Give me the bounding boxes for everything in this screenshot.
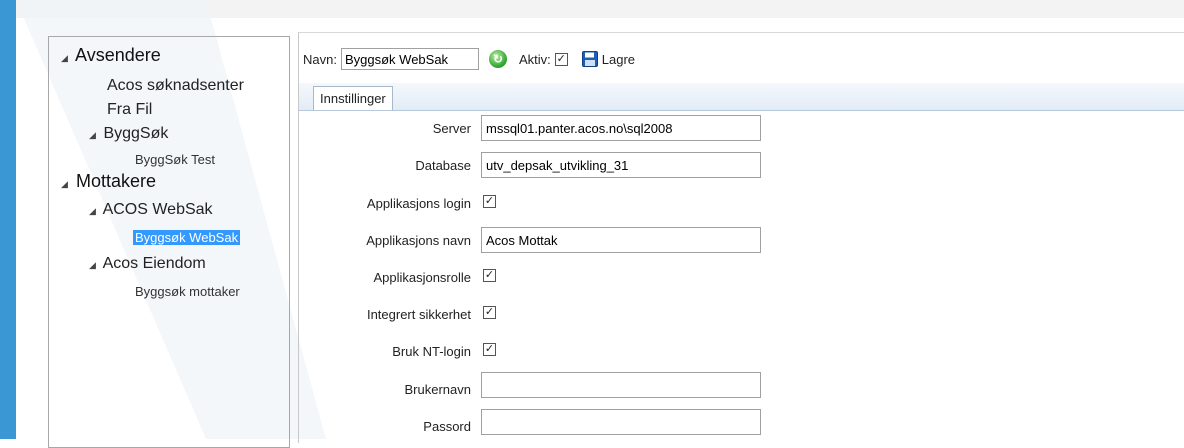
tree-node-label: Acos søknadsenter [107, 77, 244, 94]
app-name-label: Applikasjons navn [366, 233, 471, 248]
database-label: Database [415, 158, 471, 173]
tree-node-byggsok[interactable]: ◢ ByggSøk [89, 125, 168, 143]
app-login-label: Applikasjons login [366, 196, 471, 211]
name-label: Navn: [303, 51, 337, 67]
expand-arrow-icon[interactable]: ◢ [89, 206, 99, 217]
tree-panel: ◢ Avsendere Acos søknadsenter Fra Fil ◢ … [48, 36, 290, 448]
integrated-security-label: Integrert sikkerhet [366, 307, 471, 322]
tree-node-label: Avsendere [75, 45, 161, 65]
tree-node-mottakere[interactable]: ◢ Mottakere [61, 171, 156, 192]
nt-login-checkbox[interactable]: ✓ [483, 343, 496, 356]
tree-node-label: ByggSøk Test [135, 152, 215, 167]
password-label: Passord [423, 419, 471, 434]
tree-node-byggsok-test[interactable]: ByggSøk Test [135, 152, 215, 167]
app-role-checkbox[interactable]: ✓ [483, 269, 496, 282]
tree-node-label: Mottakere [76, 171, 157, 191]
tree-node-label: ACOS WebSak [102, 201, 213, 218]
save-icon[interactable] [581, 51, 598, 67]
tree-node-byggsok-mottaker[interactable]: Byggsøk mottaker [135, 284, 240, 299]
save-button[interactable]: Lagre [602, 52, 635, 67]
name-input[interactable] [340, 48, 479, 70]
expand-arrow-icon[interactable]: ◢ [89, 260, 99, 271]
toolbar: Navn: ↻ Aktiv: ✓ Lagre [303, 46, 635, 72]
integrated-security-checkbox[interactable]: ✓ [483, 306, 496, 319]
tree-node-label: Fra Fil [107, 101, 153, 118]
refresh-icon[interactable]: ↻ [488, 50, 507, 68]
tree-node-acos-soknadsenter[interactable]: Acos søknadsenter [107, 77, 244, 95]
app-role-label: Applikasjonsrolle [373, 270, 471, 285]
username-input[interactable] [481, 372, 761, 398]
tree-node-avsendere[interactable]: ◢ Avsendere [61, 45, 161, 66]
app-login-checkbox[interactable]: ✓ [483, 195, 496, 208]
server-label: Server [432, 121, 471, 136]
tree-node-acos-websak[interactable]: ◢ ACOS WebSak [89, 201, 213, 219]
tree-node-label: Byggsøk mottaker [135, 284, 240, 299]
server-input[interactable] [481, 115, 761, 141]
nt-login-label: Bruk NT-login [392, 344, 471, 359]
expand-arrow-icon[interactable]: ◢ [61, 53, 71, 64]
tree-node-label: Acos Eiendom [102, 255, 206, 272]
tree-node-byggsok-websak[interactable]: Byggsøk WebSak [133, 230, 241, 245]
expand-arrow-icon[interactable]: ◢ [61, 179, 71, 190]
active-checkbox[interactable]: ✓ [554, 52, 568, 66]
tree-node-label-selected: Byggsøk WebSak [133, 230, 241, 245]
username-label: Brukernavn [404, 382, 471, 397]
tab-innstillinger[interactable]: Innstillinger [313, 86, 393, 110]
expand-arrow-icon[interactable]: ◢ [89, 130, 99, 141]
active-label: Aktiv: [518, 51, 551, 67]
database-input[interactable] [481, 152, 761, 178]
tree-node-acos-eiendom[interactable]: ◢ Acos Eiendom [89, 255, 206, 273]
window-accent-bar [0, 0, 16, 439]
app-name-input[interactable] [481, 227, 761, 253]
tree-node-label: ByggSøk [103, 125, 169, 142]
tab-strip: Innstillinger [299, 83, 1184, 111]
top-strip [16, 0, 1184, 18]
password-input[interactable] [481, 409, 761, 435]
tree-node-fra-fil[interactable]: Fra Fil [107, 101, 152, 119]
